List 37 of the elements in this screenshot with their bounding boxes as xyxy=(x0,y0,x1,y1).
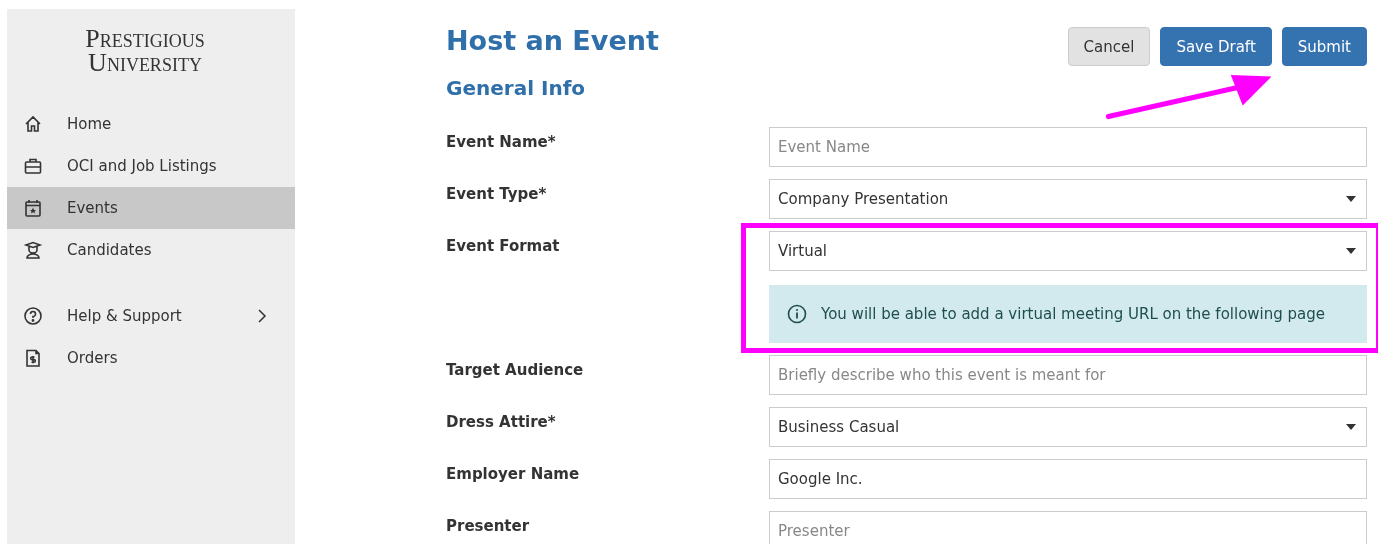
sidebar-item[interactable]: OCI and Job Listings xyxy=(7,145,295,187)
field-label: Employer Name xyxy=(446,464,581,485)
field-label: Dress Attire* xyxy=(446,412,557,433)
field-label: Event Format xyxy=(446,236,561,257)
info-message: You will be able to add a virtual meeting URL on the following page xyxy=(821,305,1326,323)
sidebar-item[interactable]: Candidates xyxy=(7,229,295,271)
dropdown[interactable]: Business Casual xyxy=(769,407,1367,447)
caret-icon xyxy=(1346,424,1356,430)
briefcase-icon xyxy=(23,156,43,176)
sidebar-item[interactable]: Events xyxy=(7,187,295,229)
sidebar-item[interactable]: Home xyxy=(7,103,295,145)
input-field[interactable]: Event Name xyxy=(769,127,1367,167)
field-label: Event Name* xyxy=(446,132,557,153)
dropdown[interactable]: Virtual xyxy=(769,231,1367,271)
calendar-icon xyxy=(23,198,43,218)
cancel-button[interactable]: Cancel xyxy=(1067,27,1151,66)
field-label: Target Audience xyxy=(446,360,585,381)
university-logo: Prestigious University xyxy=(84,23,206,79)
sidebar-item[interactable]: Orders xyxy=(7,337,295,379)
section-heading: General Info xyxy=(446,76,587,100)
help-icon xyxy=(23,306,43,326)
primary-button[interactable]: Submit xyxy=(1281,27,1367,66)
dropdown[interactable]: Company Presentation xyxy=(769,179,1367,219)
graduate-icon xyxy=(23,240,43,260)
input-field[interactable]: Presenter xyxy=(769,511,1367,544)
input-field[interactable]: Briefly describe who this event is meant for xyxy=(769,355,1367,395)
field-label: Presenter xyxy=(446,516,531,537)
input-field[interactable]: Google Inc. xyxy=(769,459,1367,499)
receipt-icon xyxy=(23,348,43,368)
info-icon xyxy=(787,304,807,324)
sidebar-item[interactable]: Help & Support xyxy=(7,295,295,337)
caret-icon xyxy=(1346,196,1356,202)
field-label: Event Type* xyxy=(446,184,548,205)
page-title: Host an Event xyxy=(446,25,659,56)
primary-button[interactable]: Save Draft xyxy=(1160,27,1272,66)
caret-icon xyxy=(1346,248,1356,254)
home-icon xyxy=(23,114,43,134)
